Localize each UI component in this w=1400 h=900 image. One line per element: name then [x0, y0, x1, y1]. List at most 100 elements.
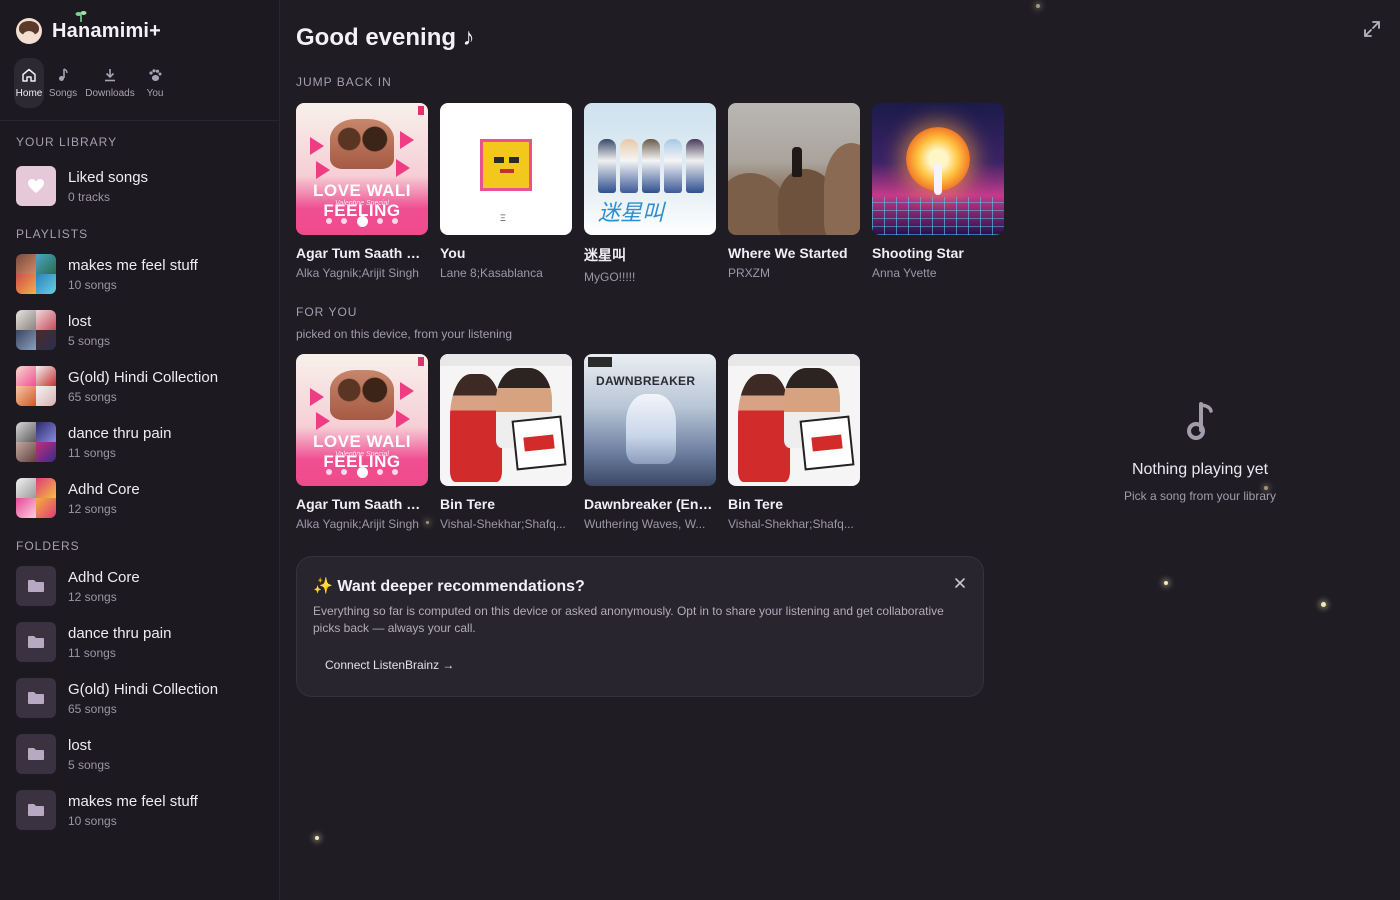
- playlist-mosaic: [16, 422, 56, 462]
- card-artist: Alka Yagnik;Arijit Singh: [296, 517, 419, 531]
- download-icon: [105, 69, 115, 82]
- album-card[interactable]: Ξ You Lane 8;Kasablanca: [440, 103, 572, 280]
- folder-item[interactable]: makes me feel stuff 10 songs: [16, 790, 266, 830]
- album-card[interactable]: DAWNBREAKER Dawnbreaker (Engli... Wuther…: [584, 354, 716, 531]
- playlist-title: makes me feel stuff: [68, 256, 198, 274]
- folder-thumb: [16, 790, 56, 830]
- album-cover: 迷星叫: [584, 103, 716, 235]
- music-note-icon: [59, 68, 68, 81]
- panel-title: ✨ Want deeper recommendations?: [313, 578, 585, 595]
- cover-title: DAWNBREAKER: [596, 374, 696, 388]
- playlist-item[interactable]: makes me feel stuff 10 songs: [16, 254, 266, 294]
- nav-songs[interactable]: Songs: [48, 58, 78, 108]
- folder-count: 10 songs: [68, 813, 117, 828]
- sparkle-particle: [1164, 581, 1168, 585]
- connect-listenbrainz-link[interactable]: Connect ListenBrainz →: [313, 653, 466, 677]
- folder-title: makes me feel stuff: [68, 792, 198, 810]
- album-cover: DAWNBREAKER: [584, 354, 716, 486]
- folder-item[interactable]: G(old) Hindi Collection 65 songs: [16, 678, 266, 718]
- album-cover: LOVE WALI FEELING Valentine Special: [296, 103, 428, 235]
- nav-you-label: You: [146, 88, 164, 99]
- nav-songs-label: Songs: [48, 88, 78, 99]
- folder-thumb: [16, 622, 56, 662]
- cover-kanji: 迷星叫: [598, 201, 665, 226]
- folder-item[interactable]: Adhd Core 12 songs: [16, 566, 266, 606]
- folder-count: 65 songs: [68, 701, 117, 716]
- card-title: Where We Started: [728, 245, 848, 261]
- folder-thumb: [16, 566, 56, 606]
- paw-icon: [149, 69, 162, 81]
- folders-heading: FOLDERS: [16, 539, 80, 553]
- folder-icon: [28, 748, 44, 760]
- cover-subtitle: Valentine Special: [335, 200, 389, 207]
- playlist-mosaic: [16, 366, 56, 406]
- nav-downloads-label: Downloads: [85, 88, 135, 99]
- folder-thumb: [16, 678, 56, 718]
- card-artist: Wuthering Waves, W...: [584, 517, 706, 531]
- card-title: 迷星叫: [584, 247, 626, 263]
- nav-downloads[interactable]: Downloads: [82, 58, 138, 108]
- playlist-title: G(old) Hindi Collection: [68, 368, 219, 386]
- folder-icon: [28, 692, 44, 704]
- playlist-count: 12 songs: [68, 501, 117, 516]
- folder-icon: [28, 636, 44, 648]
- album-card[interactable]: Bin Tere Vishal-Shekhar;Shafq...: [440, 354, 572, 531]
- close-icon[interactable]: [953, 576, 967, 590]
- playlist-title: lost: [68, 312, 92, 330]
- card-artist: Vishal-Shekhar;Shafq...: [440, 517, 566, 531]
- folder-count: 12 songs: [68, 589, 117, 604]
- home-icon: [22, 68, 36, 82]
- sparkle-particle: [1321, 602, 1326, 607]
- folder-item[interactable]: lost 5 songs: [16, 734, 266, 774]
- playlist-title: Adhd Core: [68, 480, 140, 498]
- card-title: Dawnbreaker (Engli...: [584, 496, 716, 512]
- folder-title: G(old) Hindi Collection: [68, 680, 219, 698]
- playlists-heading: PLAYLISTS: [16, 227, 89, 241]
- folder-title: lost: [68, 736, 92, 754]
- nav-you[interactable]: You: [142, 58, 168, 108]
- card-title: Bin Tere: [728, 496, 783, 512]
- playlist-item[interactable]: G(old) Hindi Collection 65 songs: [16, 366, 266, 406]
- card-artist: PRXZM: [728, 266, 770, 280]
- folder-thumb: [16, 734, 56, 774]
- jump-back-heading: JUMP BACK IN: [296, 75, 392, 89]
- folder-count: 5 songs: [68, 757, 111, 772]
- album-card[interactable]: Where We Started PRXZM: [728, 103, 860, 280]
- card-artist: Alka Yagnik;Arijit Singh: [296, 266, 419, 280]
- sidebar-divider: [0, 120, 280, 121]
- album-card[interactable]: LOVE WALI FEELING Valentine Special Agar…: [296, 103, 428, 280]
- folder-item[interactable]: dance thru pain 11 songs: [16, 622, 266, 662]
- playlist-mosaic: [16, 254, 56, 294]
- liked-songs-item[interactable]: Liked songs 0 tracks: [16, 166, 266, 206]
- greeting-title: Good evening ♪: [296, 24, 475, 51]
- card-title: Shooting Star: [872, 245, 964, 261]
- now-playing-title: Nothing playing yet: [1131, 461, 1269, 478]
- sprout-icon: [75, 11, 87, 22]
- album-card[interactable]: LOVE WALI FEELING Valentine Special Agar…: [296, 354, 428, 531]
- album-cover: [440, 354, 572, 486]
- sparkle-particle: [315, 836, 319, 840]
- album-cover: Ξ: [440, 103, 572, 235]
- brand[interactable]: Hanamimi+: [16, 18, 161, 44]
- album-card[interactable]: 迷星叫 迷星叫 MyGO!!!!!: [584, 103, 716, 284]
- card-artist: MyGO!!!!!: [584, 270, 636, 284]
- playlist-item[interactable]: dance thru pain 11 songs: [16, 422, 266, 462]
- card-title: Agar Tum Saath Ho...: [296, 496, 428, 512]
- nav-home[interactable]: Home: [14, 58, 44, 108]
- liked-songs-title: Liked songs: [68, 168, 149, 186]
- library-heading: YOUR LIBRARY: [16, 135, 118, 149]
- nav-home-label: Home: [15, 88, 43, 99]
- expand-icon[interactable]: [1362, 19, 1382, 39]
- album-card[interactable]: Shooting Star Anna Yvette: [872, 103, 1004, 280]
- playlist-item[interactable]: lost 5 songs: [16, 310, 266, 350]
- now-playing-subtitle: Pick a song from your library: [1123, 489, 1277, 503]
- playlist-mosaic: [16, 310, 56, 350]
- liked-songs-thumb: [16, 166, 56, 206]
- album-card[interactable]: Bin Tere Vishal-Shekhar;Shafq...: [728, 354, 860, 531]
- sparkle-particle: [1264, 486, 1268, 490]
- playlist-item[interactable]: Adhd Core 12 songs: [16, 478, 266, 518]
- folder-title: dance thru pain: [68, 624, 172, 642]
- cover-subtitle: Valentine Special: [335, 451, 389, 458]
- sparkle-particle: [426, 521, 429, 524]
- for-you-heading: FOR YOU: [296, 305, 358, 319]
